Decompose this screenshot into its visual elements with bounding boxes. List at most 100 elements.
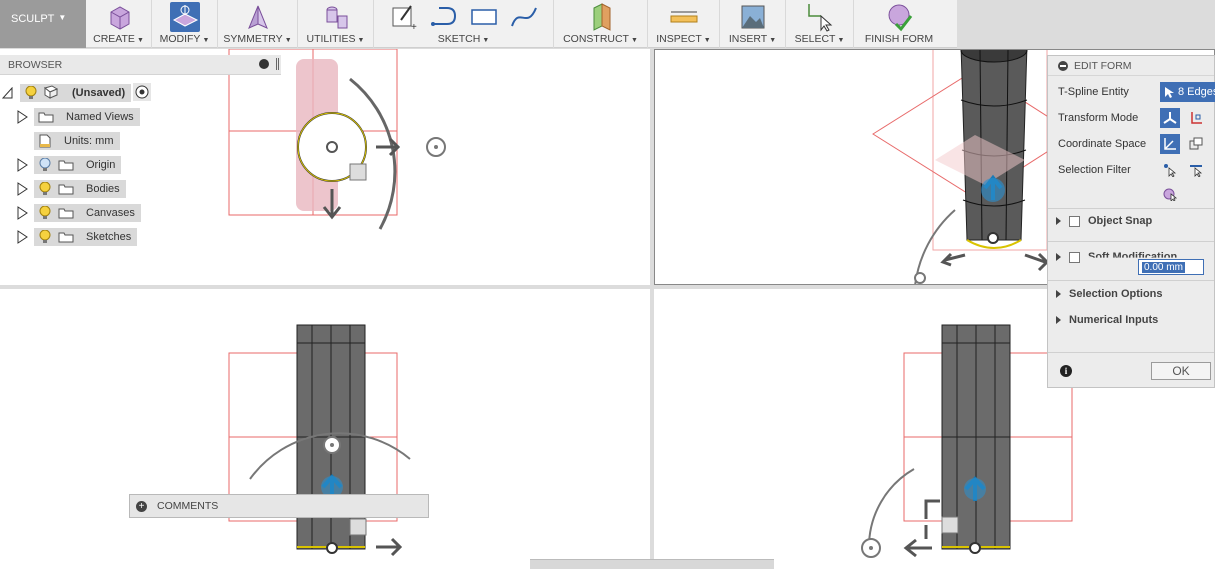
select-icon bbox=[805, 2, 835, 32]
navigation-bar[interactable] bbox=[530, 559, 774, 569]
object-snap-row[interactable]: Object Snap bbox=[1056, 215, 1152, 227]
symmetry-group[interactable]: SYMMETRY ▼ bbox=[218, 0, 298, 48]
measure-icon bbox=[669, 2, 699, 32]
collapse-icon[interactable] bbox=[259, 59, 269, 69]
browser-item-sketches[interactable]: Sketches bbox=[16, 228, 138, 246]
browser-panel-header[interactable]: BROWSER bbox=[0, 55, 281, 75]
insert-group[interactable]: INSERT ▼ bbox=[720, 0, 786, 48]
vertex-filter-icon[interactable] bbox=[1160, 160, 1180, 180]
browser-item-canvases[interactable]: Canvases bbox=[16, 204, 141, 222]
inspect-label: INSPECT bbox=[656, 33, 702, 45]
construct-label: CONSTRUCT bbox=[563, 33, 629, 45]
expand-triangle-icon[interactable] bbox=[16, 206, 28, 220]
svg-text:+: + bbox=[411, 22, 417, 32]
tspline-entity-label: T-Spline Entity bbox=[1058, 86, 1129, 98]
radio-target-icon[interactable] bbox=[133, 82, 152, 104]
select-group[interactable]: SELECT ▼ bbox=[786, 0, 854, 48]
sketches-node[interactable]: Sketches bbox=[34, 228, 138, 246]
soft-modification-checkbox[interactable] bbox=[1069, 251, 1080, 263]
inspect-group[interactable]: INSPECT ▼ bbox=[648, 0, 720, 48]
document-icon bbox=[43, 84, 59, 102]
expanded-triangle-icon[interactable] bbox=[2, 87, 14, 99]
origin-node[interactable]: Origin bbox=[34, 156, 122, 174]
viewport-bottom-left[interactable] bbox=[0, 289, 650, 569]
divider bbox=[1048, 280, 1214, 281]
comments-bar[interactable]: + COMMENTS bbox=[129, 494, 429, 518]
lightbulb-icon[interactable] bbox=[38, 229, 52, 245]
browser-item-units[interactable]: Units: mm bbox=[34, 132, 120, 150]
expand-triangle-icon[interactable] bbox=[16, 182, 28, 196]
browser-root-node[interactable]: (Unsaved) bbox=[20, 84, 132, 102]
object-snap-checkbox[interactable] bbox=[1069, 215, 1080, 227]
named-views-node[interactable]: Named Views bbox=[34, 108, 140, 126]
selection-options-row[interactable]: Selection Options bbox=[1056, 288, 1163, 300]
canvases-label: Canvases bbox=[86, 207, 135, 219]
units-node[interactable]: Units: mm bbox=[34, 132, 120, 150]
expand-triangle-icon[interactable] bbox=[16, 158, 28, 172]
create-label: CREATE bbox=[93, 33, 135, 45]
panel-grip-icon[interactable] bbox=[276, 58, 279, 70]
expand-triangle-icon[interactable] bbox=[16, 230, 28, 244]
edit-form-panel: EDIT FORM T-Spline Entity 8 Edges Transf… bbox=[1047, 55, 1215, 388]
rectangle-icon bbox=[469, 2, 499, 32]
browser-item-bodies[interactable]: Bodies bbox=[16, 180, 126, 198]
lightbulb-icon[interactable] bbox=[24, 85, 38, 101]
lightbulb-off-icon[interactable] bbox=[38, 157, 52, 173]
soft-value: 0.00 mm bbox=[1142, 261, 1185, 273]
face-filter-icon[interactable] bbox=[1160, 184, 1180, 204]
browser-root-row[interactable]: (Unsaved) bbox=[2, 82, 152, 104]
create-group[interactable]: CREATE ▼ bbox=[86, 0, 152, 48]
finish-form-group[interactable]: FINISH FORM bbox=[854, 0, 944, 48]
divider bbox=[1048, 352, 1214, 353]
selection-options-label: Selection Options bbox=[1069, 288, 1163, 300]
sketch-label: SKETCH bbox=[437, 33, 481, 45]
object-snap-label: Object Snap bbox=[1088, 215, 1153, 227]
construct-group[interactable]: CONSTRUCT ▼ bbox=[554, 0, 648, 48]
expand-triangle-icon[interactable] bbox=[1056, 217, 1061, 225]
lightbulb-icon[interactable] bbox=[38, 181, 52, 197]
lightbulb-icon[interactable] bbox=[38, 205, 52, 221]
sketches-label: Sketches bbox=[86, 231, 132, 243]
ok-button[interactable]: OK bbox=[1151, 362, 1211, 380]
construct-plane-icon bbox=[586, 2, 616, 32]
numerical-inputs-row[interactable]: Numerical Inputs bbox=[1056, 314, 1158, 326]
bodies-node[interactable]: Bodies bbox=[34, 180, 126, 198]
canvases-node[interactable]: Canvases bbox=[34, 204, 141, 222]
plus-icon[interactable]: + bbox=[136, 500, 147, 512]
folder-icon bbox=[58, 184, 74, 195]
browser-title: BROWSER bbox=[8, 58, 63, 71]
multi-transform-icon[interactable] bbox=[1160, 108, 1180, 128]
units-label: Units: mm bbox=[64, 135, 114, 147]
finish-form-label: FINISH FORM bbox=[864, 33, 934, 45]
expand-triangle-icon[interactable] bbox=[1056, 253, 1061, 261]
finish-form-icon bbox=[884, 2, 914, 32]
select-label: SELECT bbox=[794, 33, 836, 45]
modify-label: MODIFY bbox=[159, 33, 201, 45]
comments-label: COMMENTS bbox=[157, 500, 219, 512]
box-icon bbox=[104, 2, 134, 32]
modify-group[interactable]: MODIFY ▼ bbox=[152, 0, 218, 48]
soft-modification-input[interactable]: 0.00 mm bbox=[1138, 259, 1204, 275]
view-space-icon[interactable] bbox=[1186, 134, 1206, 154]
insert-image-icon bbox=[738, 2, 768, 32]
expand-triangle-icon[interactable] bbox=[1056, 316, 1061, 324]
edge-filter-icon[interactable] bbox=[1186, 160, 1206, 180]
sketch-group[interactable]: + SKETCH ▼ bbox=[374, 0, 554, 48]
expand-triangle-icon[interactable] bbox=[16, 110, 28, 124]
edit-form-header[interactable]: EDIT FORM bbox=[1048, 56, 1214, 76]
collapse-icon[interactable] bbox=[1058, 60, 1068, 71]
units-icon bbox=[39, 134, 51, 148]
utilities-group[interactable]: UTILITIES ▼ bbox=[298, 0, 374, 48]
translate-axes-icon[interactable] bbox=[1186, 108, 1206, 128]
world-space-icon[interactable] bbox=[1160, 134, 1180, 154]
expand-triangle-icon[interactable] bbox=[1056, 290, 1061, 298]
info-icon[interactable]: i bbox=[1060, 365, 1072, 377]
browser-item-named-views[interactable]: Named Views bbox=[16, 108, 140, 126]
selection-filter-controls bbox=[1160, 160, 1206, 180]
create-sketch-icon: + bbox=[389, 2, 419, 32]
workspace-label: SCULPT bbox=[11, 13, 55, 25]
tspline-entity-selector[interactable]: 8 Edges bbox=[1160, 82, 1215, 102]
workspace-switcher[interactable]: SCULPT ▼ bbox=[0, 0, 86, 48]
browser-item-origin[interactable]: Origin bbox=[16, 156, 122, 174]
entity-value: 8 Edges bbox=[1178, 86, 1215, 98]
